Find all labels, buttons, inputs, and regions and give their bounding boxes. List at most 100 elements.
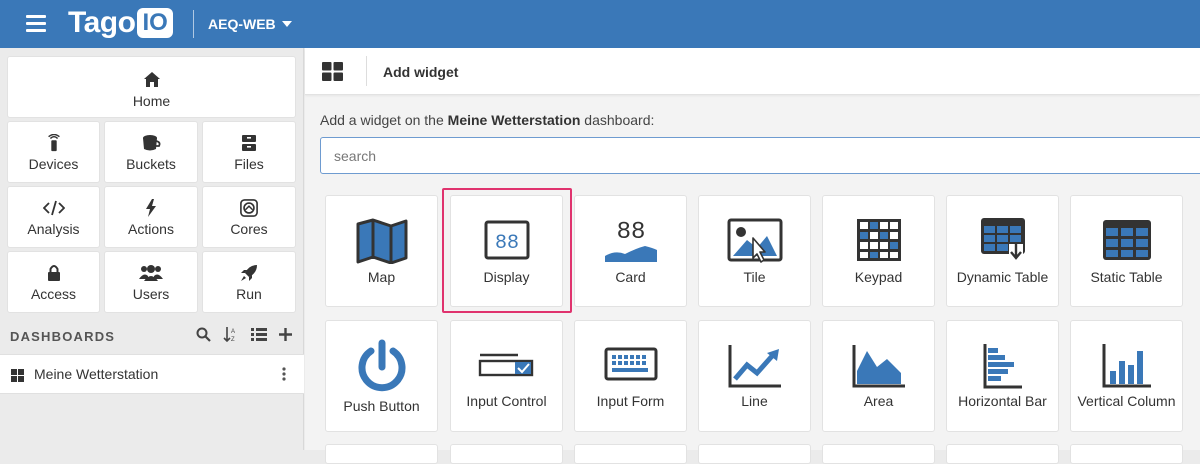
account-selector[interactable]: AEQ-WEB bbox=[208, 16, 292, 32]
logo[interactable]: Tago IO bbox=[68, 6, 173, 39]
widget-label: Line bbox=[741, 393, 768, 409]
widget-label: Area bbox=[863, 393, 894, 409]
card-icon: 88 bbox=[604, 219, 657, 262]
vertical-column-icon bbox=[1102, 344, 1151, 388]
sidebar-item-analysis[interactable]: Analysis bbox=[7, 186, 100, 248]
svg-text:A: A bbox=[231, 329, 235, 335]
dashboards-toolbar: AZ bbox=[196, 326, 292, 342]
area-chart-icon bbox=[852, 345, 905, 388]
horizontal-bar-icon bbox=[983, 344, 1022, 389]
widget-label: Keypad bbox=[854, 269, 903, 285]
caret-down-icon bbox=[281, 21, 292, 27]
dashboard-name-bold: Meine Wetterstation bbox=[447, 112, 581, 128]
prompt-suffix: dashboard: bbox=[580, 112, 655, 128]
logo-text: Tago bbox=[68, 6, 136, 39]
widget-label: Vertical Column bbox=[1077, 393, 1176, 409]
widget-area[interactable]: Area bbox=[822, 320, 935, 432]
sidebar-item-label: Users bbox=[132, 286, 170, 302]
widget-label: Dynamic Table bbox=[956, 269, 1049, 285]
sidebar: Home Devices Buckets Files Analysis Acti… bbox=[0, 48, 304, 450]
widget-label: Tile bbox=[743, 269, 766, 285]
header-divider bbox=[193, 10, 194, 38]
static-table-icon bbox=[1102, 220, 1151, 260]
widget-label: Horizontal Bar bbox=[958, 393, 1047, 409]
dashboard-name: Meine Wetterstation bbox=[34, 366, 159, 382]
device-icon bbox=[47, 134, 60, 152]
widget-input-control[interactable]: Input Control bbox=[450, 320, 563, 432]
power-icon bbox=[358, 339, 405, 392]
line-chart-icon bbox=[728, 345, 781, 388]
account-name: AEQ-WEB bbox=[208, 16, 276, 32]
dashboard-list-item[interactable]: Meine Wetterstation bbox=[0, 354, 304, 394]
sidebar-item-access[interactable]: Access bbox=[7, 251, 100, 313]
keypad-icon bbox=[856, 219, 901, 261]
widget-vertical-column[interactable]: Vertical Column bbox=[1070, 320, 1183, 432]
widget-keypad[interactable]: Keypad bbox=[822, 195, 935, 307]
page-title: Add widget bbox=[383, 64, 459, 80]
sidebar-item-label: Cores bbox=[230, 221, 268, 237]
widgets-grid-icon bbox=[322, 62, 343, 81]
add-widget-prompt: Add a widget on the Meine Wetterstation … bbox=[320, 112, 654, 128]
widget-line[interactable]: Line bbox=[698, 320, 811, 432]
widget-display[interactable]: 88 Display bbox=[450, 195, 563, 307]
display-icon: 88 bbox=[484, 220, 529, 260]
widget-label: Card bbox=[615, 269, 646, 285]
keyboard-icon bbox=[604, 347, 657, 381]
svg-text:88: 88 bbox=[494, 232, 518, 255]
widget-card-partial[interactable] bbox=[698, 444, 811, 464]
more-options-icon[interactable] bbox=[282, 367, 286, 381]
widget-card-partial[interactable] bbox=[946, 444, 1059, 464]
widget-search-input[interactable] bbox=[320, 137, 1200, 174]
files-icon bbox=[242, 135, 256, 151]
sidebar-item-label: Files bbox=[234, 156, 264, 172]
dashboards-title: DASHBOARDS bbox=[10, 329, 116, 344]
widget-dynamic-table[interactable]: Dynamic Table bbox=[946, 195, 1059, 307]
widget-card[interactable]: 88 Card bbox=[574, 195, 687, 307]
panel-header: Add widget bbox=[305, 48, 1200, 95]
bolt-icon bbox=[146, 199, 156, 217]
top-bar: Tago IO AEQ-WEB bbox=[0, 0, 1200, 48]
lock-icon bbox=[47, 265, 60, 281]
home-icon bbox=[143, 72, 160, 87]
prompt-prefix: Add a widget on the bbox=[320, 112, 448, 128]
sidebar-item-users[interactable]: Users bbox=[104, 251, 198, 313]
widget-card-partial[interactable] bbox=[1070, 444, 1183, 464]
bucket-icon bbox=[143, 135, 161, 151]
sidebar-item-run[interactable]: Run bbox=[202, 251, 296, 313]
widget-input-form[interactable]: Input Form bbox=[574, 320, 687, 432]
widget-tile[interactable]: Tile bbox=[698, 195, 811, 307]
sidebar-item-label: Devices bbox=[28, 156, 79, 172]
sidebar-item-label: Home bbox=[132, 93, 171, 109]
widget-static-table[interactable]: Static Table bbox=[1070, 195, 1183, 307]
sidebar-item-buckets[interactable]: Buckets bbox=[104, 121, 198, 183]
widget-horizontal-bar[interactable]: Horizontal Bar bbox=[946, 320, 1059, 432]
widget-label: Static Table bbox=[1090, 269, 1163, 285]
widget-map[interactable]: Map bbox=[325, 195, 438, 307]
add-icon[interactable] bbox=[279, 327, 292, 341]
search-icon[interactable] bbox=[196, 327, 211, 342]
sidebar-item-cores[interactable]: Cores bbox=[202, 186, 296, 248]
svg-text:Z: Z bbox=[231, 337, 235, 342]
sidebar-item-label: Analysis bbox=[27, 221, 80, 237]
widget-label: Input Control bbox=[466, 393, 547, 409]
menu-icon[interactable] bbox=[26, 15, 46, 32]
sidebar-item-label: Run bbox=[236, 286, 262, 302]
widget-card-partial[interactable] bbox=[450, 444, 563, 464]
tile-icon bbox=[727, 218, 782, 263]
widget-push-button[interactable]: Push Button bbox=[325, 320, 438, 432]
widget-card-partial[interactable] bbox=[822, 444, 935, 464]
sidebar-item-home[interactable]: Home bbox=[7, 56, 296, 118]
code-icon bbox=[42, 200, 65, 216]
widget-card-partial[interactable] bbox=[574, 444, 687, 464]
widget-label: Map bbox=[367, 269, 396, 285]
main-panel: Add widget Add a widget on the Meine Wet… bbox=[305, 48, 1200, 464]
widget-card-partial[interactable] bbox=[325, 444, 438, 464]
cores-icon bbox=[240, 199, 258, 217]
widget-label: Display bbox=[483, 269, 530, 285]
list-view-icon[interactable] bbox=[251, 327, 267, 341]
sort-alpha-icon[interactable]: AZ bbox=[223, 326, 239, 342]
sidebar-item-files[interactable]: Files bbox=[202, 121, 296, 183]
sidebar-item-devices[interactable]: Devices bbox=[7, 121, 100, 183]
sidebar-item-actions[interactable]: Actions bbox=[104, 186, 198, 248]
dashboards-header: DASHBOARDS AZ bbox=[0, 320, 304, 352]
